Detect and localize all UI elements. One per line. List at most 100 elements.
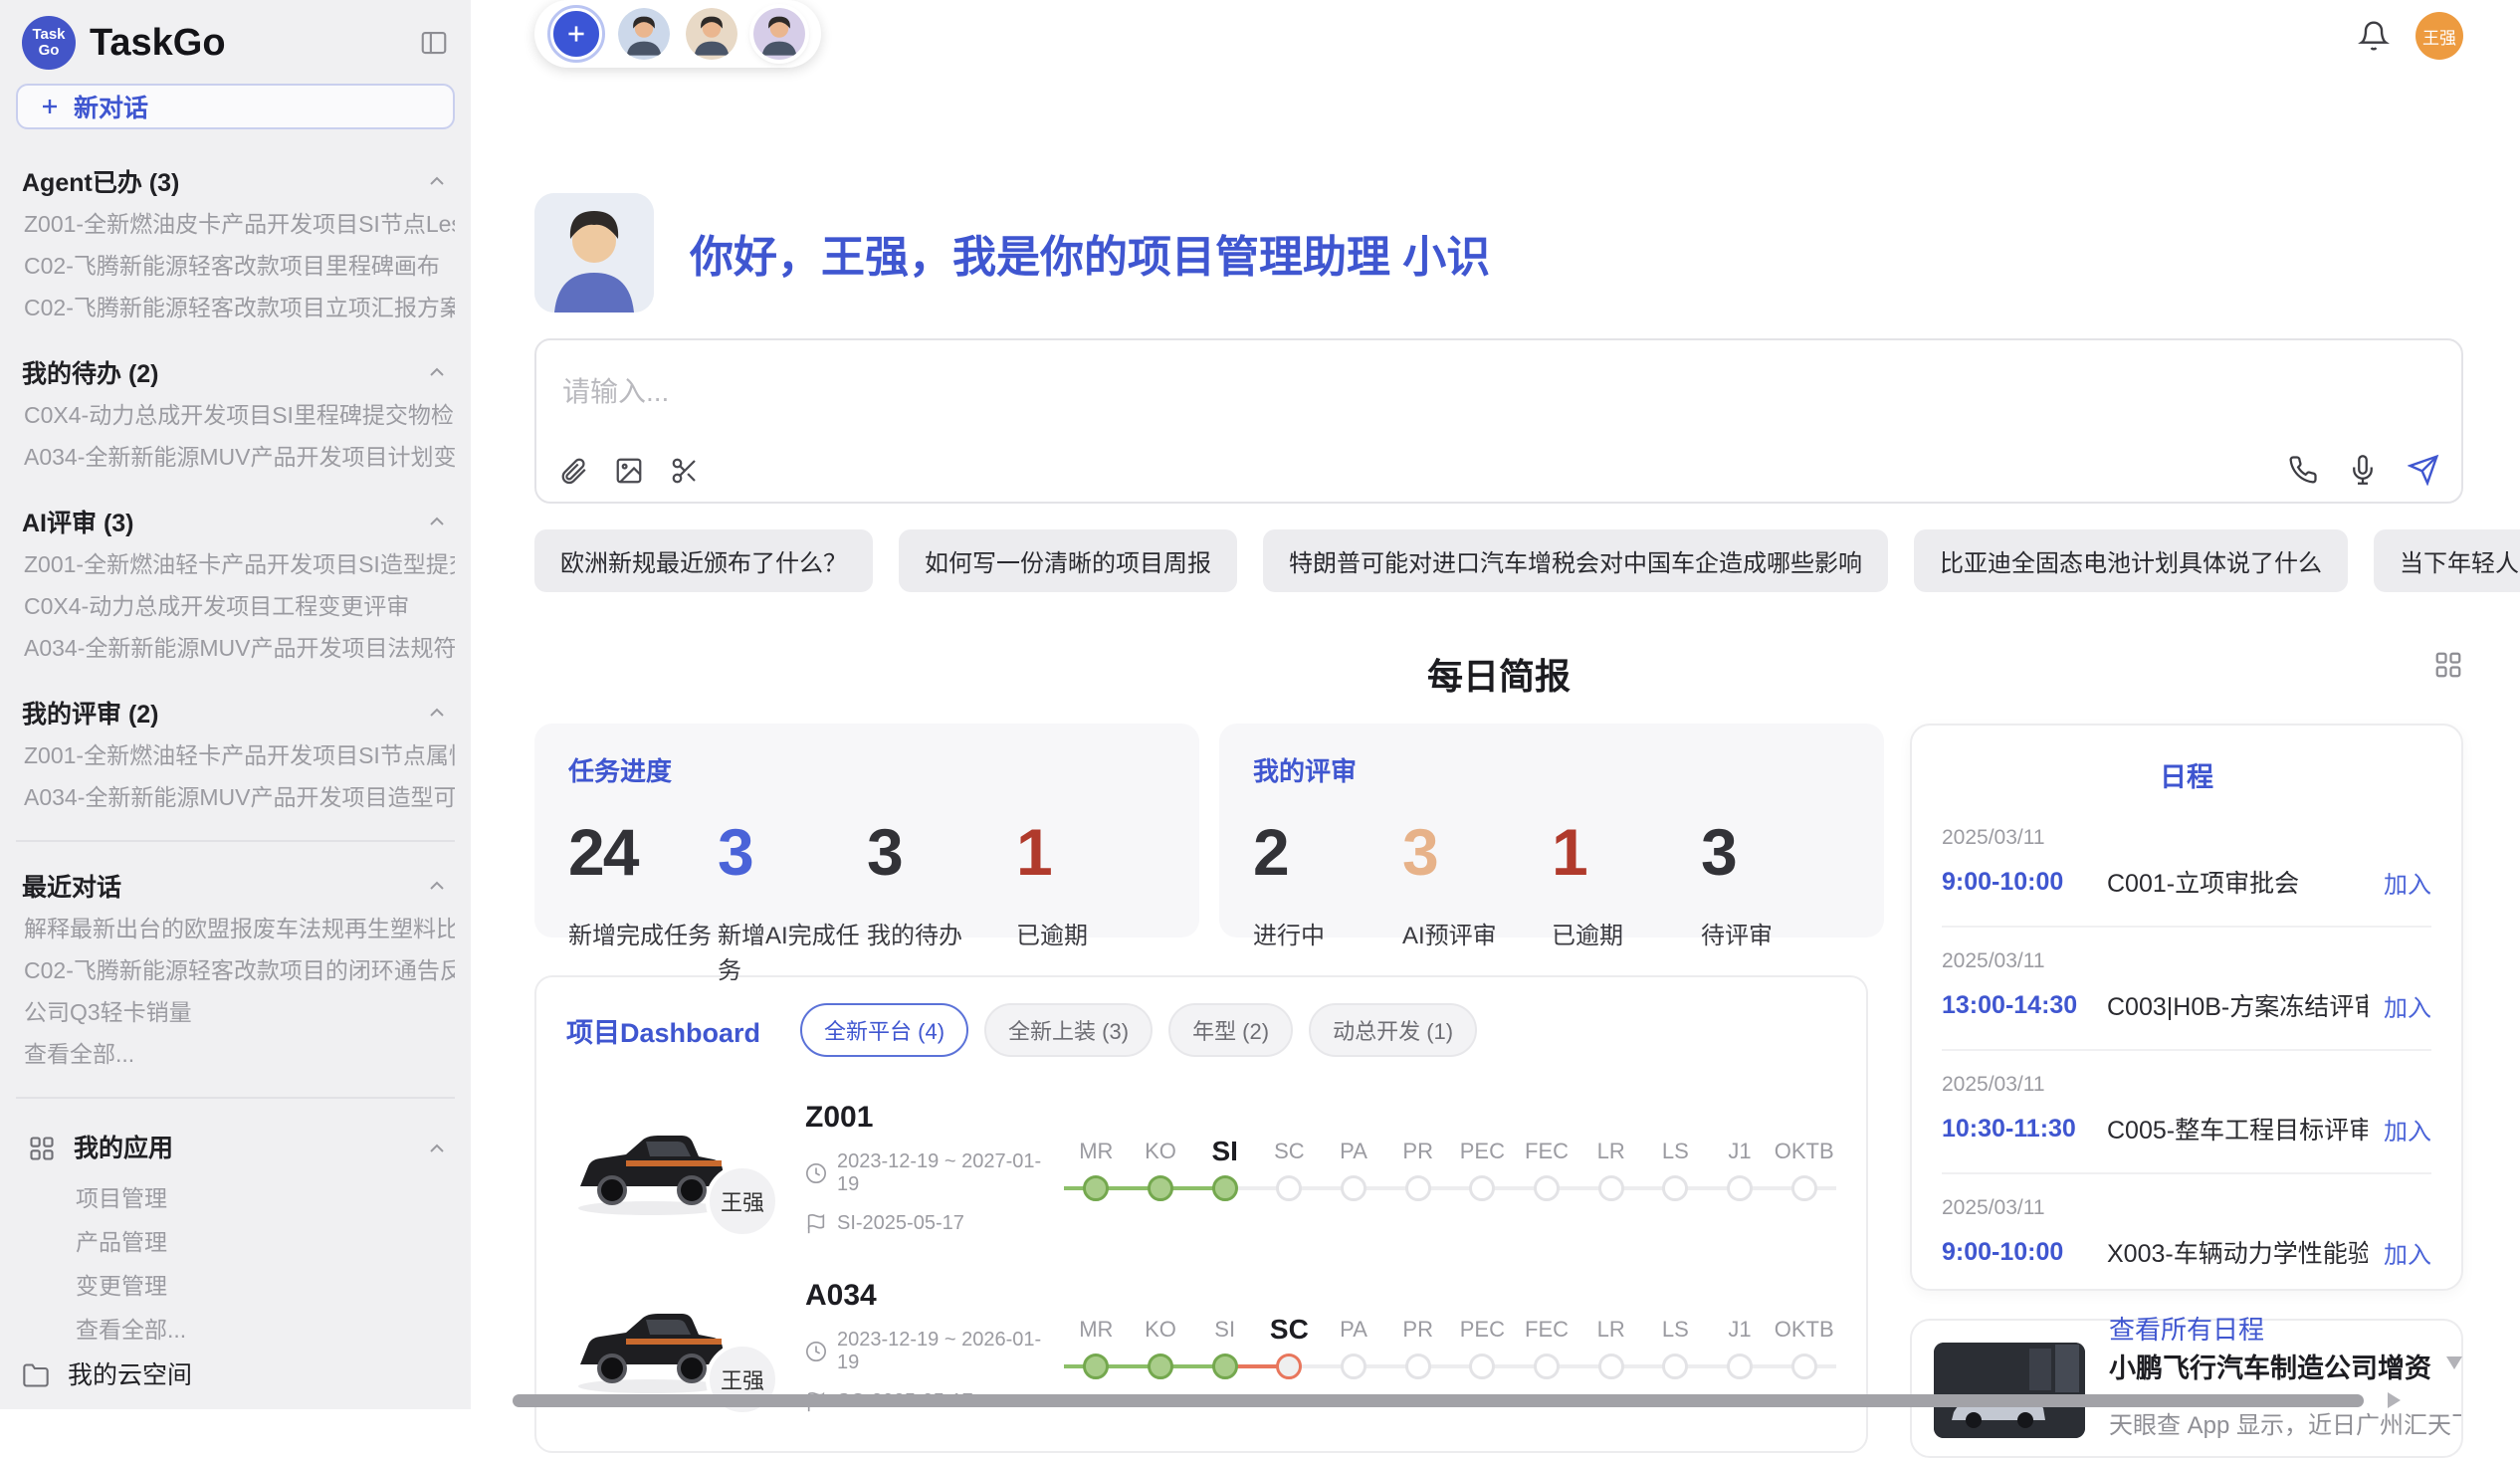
join-link[interactable]: 加入 (2384, 1112, 2431, 1146)
milestone-label: PEC (1450, 1132, 1515, 1171)
sidebar-group-header[interactable]: 我的评审 (2) (22, 695, 449, 730)
sidebar-group-title: 我的待办 (2) (22, 354, 159, 390)
stat-card-title: 我的评审 (1253, 751, 1850, 788)
attach-file-icon[interactable] (558, 456, 588, 486)
sidebar-task-item[interactable]: Z001-全新燃油皮卡产品开发项目SI节点Lesson Learn报告 (16, 203, 455, 245)
app-item[interactable]: 项目管理 (16, 1176, 455, 1220)
suggestion-chip[interactable]: 如何写一份清晰的项目周报 (899, 529, 1237, 592)
sidebar-task-item[interactable]: C0X4-动力总成开发项目工程变更评审 (16, 585, 455, 627)
sidebar-task-item[interactable]: Z001-全新燃油轻卡产品开发项目SI造型提交物评审 (16, 543, 455, 585)
app-item[interactable]: 查看全部... (16, 1308, 455, 1352)
new-chat-button[interactable]: 新对话 (16, 84, 455, 129)
add-agent-button[interactable] (550, 8, 602, 60)
join-link[interactable]: 加入 (2384, 1235, 2431, 1270)
milestone-label: LR (1578, 1310, 1643, 1350)
dashboard-tab[interactable]: 全新上装 (3) (984, 1003, 1153, 1057)
project-row: 王强A0342023-12-19 ~ 2026-01-19SC-2025-05-… (566, 1279, 1836, 1413)
divider (16, 1097, 455, 1099)
phone-call-icon[interactable] (2288, 455, 2318, 485)
collapse-sidebar-icon[interactable] (419, 28, 449, 58)
schedule-row: 13:00-14:30C003|H0B-方案冻结评审加入 (1942, 987, 2431, 1023)
sidebar-group-header[interactable]: AI评审 (3) (22, 504, 449, 539)
suggestion-chip[interactable]: 欧洲新规最近颁布了什么？ (534, 529, 873, 592)
milestone: MR (1064, 1310, 1129, 1383)
input-toolbar-right (2288, 454, 2439, 486)
sidebar-task-item[interactable]: A034-全新新能源MUV产品开发项目造型可行性评审 (16, 776, 455, 818)
milestone: OKTB (1772, 1132, 1836, 1205)
milestone: OKTB (1772, 1310, 1836, 1383)
milestone-label: PR (1385, 1310, 1450, 1350)
milestone-dot (1534, 1175, 1560, 1201)
milestone-label: PR (1385, 1132, 1450, 1171)
milestone-dot (1534, 1354, 1560, 1379)
sidebar-task-item[interactable]: A034-全新新能源MUV产品开发项目计划变更表编写 (16, 436, 455, 478)
schedule-name: C005-整车工程目标评审 (2107, 1111, 2368, 1146)
suggestion-chip[interactable]: 当下年轻人对汽车外观有怎样的喜好趋势 (2374, 529, 2520, 592)
recent-chat-item[interactable]: 查看全部... (16, 1033, 455, 1075)
join-link[interactable]: 加入 (2384, 988, 2431, 1023)
milestone-label: OKTB (1772, 1310, 1836, 1350)
recent-chat-item[interactable]: C02-飞腾新能源轻客改款项目的闭环通告反馈情况 (16, 949, 455, 991)
user-avatar[interactable]: 王强 (2415, 12, 2463, 60)
milestone-dot-row (1450, 1171, 1515, 1205)
sidebar-group-header[interactable]: 我的待办 (2) (22, 354, 449, 390)
stat-label: 新增完成任务 (568, 916, 718, 950)
milestone: PR (1385, 1310, 1450, 1383)
milestone-dot-row (1708, 1171, 1773, 1205)
chevron-up-icon[interactable] (425, 1137, 449, 1160)
scroll-right-arrow[interactable] (2388, 1392, 2401, 1408)
sidebar-task-item[interactable]: C02-飞腾新能源轻客改款项目立项汇报方案 (16, 287, 455, 328)
chevron-up-icon[interactable] (425, 169, 449, 193)
sidebar-task-item[interactable]: A034-全新新能源MUV产品开发项目法规符合性评审 (16, 627, 455, 669)
send-icon[interactable] (2408, 454, 2439, 486)
milestone-label: KO (1129, 1132, 1193, 1171)
recent-chats-header[interactable]: 最近对话 (22, 868, 449, 904)
milestone-dot (1341, 1175, 1366, 1201)
sidebar-group-header[interactable]: Agent已办 (3) (22, 163, 449, 199)
milestone-dot-row (1708, 1350, 1773, 1383)
project-info: A0342023-12-19 ~ 2026-01-19SC-2025-05-17 (805, 1279, 1054, 1413)
plus-icon (38, 95, 62, 118)
sidebar-group-title: AI评审 (3) (22, 504, 134, 539)
horizontal-scrollbar[interactable] (513, 1394, 2364, 1407)
notification-bell-icon[interactable] (2358, 20, 2390, 52)
dashboard-tab[interactable]: 全新平台 (4) (800, 1003, 968, 1057)
recent-chat-item[interactable]: 公司Q3轻卡销量 (16, 991, 455, 1033)
agent-avatar[interactable] (618, 8, 670, 60)
sidebar-task-item[interactable]: C02-飞腾新能源轻客改款项目里程碑画布 (16, 245, 455, 287)
dashboard-tab[interactable]: 年型 (2) (1168, 1003, 1293, 1057)
main-content: 王强 你好，王强，我是你的项目管理助理 小识 请输入... 欧洲新规最近颁布了什… (471, 0, 2520, 1409)
chevron-up-icon[interactable] (425, 510, 449, 533)
app-item[interactable]: 变更管理 (16, 1264, 455, 1308)
clock-icon (805, 1341, 827, 1362)
stat-label: 我的待办 (867, 916, 1016, 950)
scroll-down-arrow[interactable] (2446, 1356, 2462, 1369)
scissors-icon[interactable] (670, 456, 700, 486)
join-link[interactable]: 加入 (2384, 865, 2431, 900)
chat-input-box[interactable]: 请输入... (534, 338, 2463, 504)
project-dashboard-card: 项目Dashboard 全新平台 (4)全新上装 (3)年型 (2)动总开发 (… (534, 975, 1868, 1453)
chevron-up-icon[interactable] (425, 360, 449, 384)
milestone-dot (1662, 1175, 1688, 1201)
dashboard-tab[interactable]: 动总开发 (1) (1309, 1003, 1477, 1057)
sidebar-link-cloud[interactable]: 我的云空间 (16, 1352, 455, 1399)
my-apps-header[interactable]: 我的应用 (22, 1125, 449, 1172)
agent-avatar[interactable] (686, 8, 737, 60)
recent-chat-item[interactable]: 解释最新出台的欧盟报废车法规再生塑料比例被调至15%... (16, 908, 455, 949)
agent-avatar-selected[interactable] (753, 8, 805, 60)
layout-grid-icon[interactable] (2433, 650, 2463, 680)
milestone-dot (1469, 1175, 1495, 1201)
suggestion-chip[interactable]: 比亚迪全固态电池计划具体说了什么 (1914, 529, 2348, 592)
app-item[interactable]: 产品管理 (16, 1220, 455, 1264)
schedule-time: 9:00-10:00 (1942, 868, 2091, 897)
chevron-up-icon[interactable] (425, 701, 449, 725)
microphone-icon[interactable] (2348, 455, 2378, 485)
sidebar-task-item[interactable]: C0X4-动力总成开发项目SI里程碑提交物检查 (16, 394, 455, 436)
sidebar-scroll-area[interactable]: Agent已办 (3) Z001-全新燃油皮卡产品开发项目SI节点Lesson L… (16, 137, 455, 1399)
insert-image-icon[interactable] (614, 456, 644, 486)
milestone-label: LS (1643, 1132, 1708, 1171)
chevron-up-icon[interactable] (425, 874, 449, 898)
daily-brief-title: 每日简报 (534, 648, 2463, 700)
sidebar-task-item[interactable]: Z001-全新燃油轻卡产品开发项目SI节点属性5D文件评审 (16, 734, 455, 776)
suggestion-chip[interactable]: 特朗普可能对进口汽车增税会对中国车企造成哪些影响 (1263, 529, 1888, 592)
